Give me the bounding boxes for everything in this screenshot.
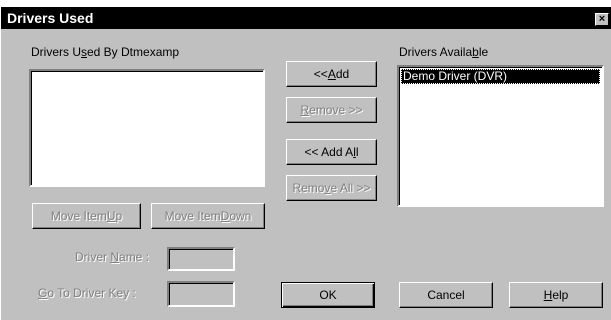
btn-accel: H	[543, 288, 553, 302]
label-text: le	[478, 45, 489, 59]
go-to-driver-key-field[interactable]	[167, 281, 235, 307]
label-text: ame :	[119, 250, 150, 264]
move-item-up-button[interactable]: Move Item Up	[32, 203, 141, 229]
drivers-used-label: Drivers Used By Dtmexamp	[31, 45, 179, 59]
btn-text: Cancel	[427, 288, 465, 302]
btn-accel: D	[220, 209, 230, 223]
close-icon: ×	[598, 13, 606, 25]
go-to-driver-key-label: Go To Driver Key :	[38, 286, 136, 300]
remove-all-button[interactable]: Remo v e All >>	[286, 175, 377, 201]
ok-button[interactable]: OK	[281, 282, 375, 308]
btn-text: dd	[335, 67, 350, 81]
label-text: Driver	[75, 250, 111, 264]
btn-text: OK	[319, 288, 337, 302]
help-button[interactable]: Help	[509, 282, 603, 308]
label-text: o To Driver Key :	[47, 286, 136, 300]
drivers-used-listbox[interactable]	[29, 69, 265, 187]
label-text: Drivers U	[31, 45, 81, 59]
btn-text: <<	[313, 67, 328, 81]
btn-text: Remo	[292, 181, 325, 195]
label-text: Drivers Availa	[399, 45, 473, 59]
close-button[interactable]: ×	[595, 13, 609, 26]
btn-accel: U	[106, 209, 116, 223]
btn-text: p	[115, 209, 123, 223]
add-all-button[interactable]: << Add All	[286, 139, 377, 165]
btn-text: << Add A	[304, 145, 354, 159]
label-accel: N	[110, 250, 120, 264]
dialog-title: Drivers Used	[7, 10, 94, 26]
btn-text: own	[229, 209, 252, 223]
btn-text: Move Item	[164, 209, 221, 223]
drivers-available-label: Drivers Available	[399, 45, 488, 59]
driver-name-label: Driver Name :	[75, 250, 149, 264]
drivers-used-dialog: Drivers Used × Drivers Used By Dtmexamp …	[0, 6, 611, 320]
move-item-down-button[interactable]: Move Item Down	[151, 203, 265, 229]
label-accel: b	[472, 45, 479, 59]
cancel-button[interactable]: Cancel	[399, 282, 493, 308]
btn-accel: R	[300, 103, 310, 117]
btn-accel: A	[327, 67, 336, 81]
title-bar[interactable]: Drivers Used ×	[1, 7, 611, 29]
btn-text: elp	[552, 288, 569, 302]
label-accel: G	[38, 286, 48, 300]
label-text: ed By Dtmexamp	[87, 45, 180, 59]
driver-name-field[interactable]	[167, 247, 235, 271]
remove-button[interactable]: Remove >>	[286, 97, 377, 123]
btn-text: Move Item	[50, 209, 107, 223]
driver-list-item[interactable]: Demo Driver (DVR)	[401, 69, 600, 84]
add-button[interactable]: << Add	[286, 61, 377, 87]
drivers-available-listbox[interactable]: Demo Driver (DVR)	[397, 65, 604, 207]
btn-text: emove >>	[309, 103, 363, 117]
btn-text: e All >>	[330, 181, 371, 195]
btn-text: l	[355, 145, 359, 159]
